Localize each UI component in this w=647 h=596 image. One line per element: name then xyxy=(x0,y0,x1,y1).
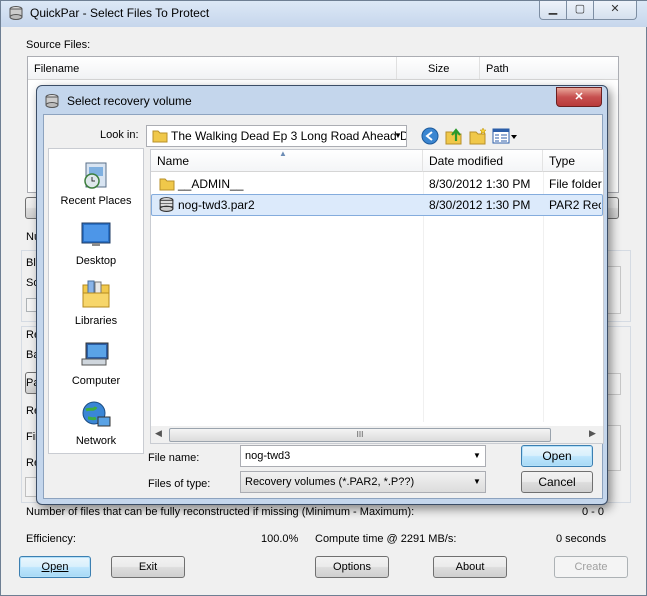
places-bar: Recent Places Desktop Libraries Computer… xyxy=(48,148,144,454)
sort-ascending-icon: ▲ xyxy=(279,149,287,158)
main-close-button[interactable]: ✕ xyxy=(593,1,637,20)
minimize-button[interactable]: ▁ xyxy=(539,1,567,20)
file-list[interactable]: Name ▲ Date modified Type __ADMIN__ 8/30… xyxy=(150,149,604,444)
par2-file-icon xyxy=(159,197,174,212)
maximize-button[interactable]: ▢ xyxy=(566,1,594,20)
about-button[interactable]: About xyxy=(433,556,507,578)
back-icon[interactable] xyxy=(421,127,439,145)
horizontal-scrollbar[interactable]: ◀ III ▶ xyxy=(151,426,603,443)
computer-icon xyxy=(81,342,109,366)
dialog-title: Select recovery volume xyxy=(67,94,192,108)
chevron-down-icon[interactable]: ▼ xyxy=(469,472,485,492)
source-files-header xyxy=(28,57,618,80)
place-desktop[interactable]: Desktop xyxy=(49,213,143,267)
select-recovery-volume-dialog: Select recovery volume ✕ Look in: The Wa… xyxy=(36,85,608,505)
place-recent-places[interactable]: Recent Places xyxy=(49,153,143,207)
folder-icon xyxy=(152,130,168,143)
quickpar-app-icon xyxy=(9,6,23,20)
place-network[interactable]: Network xyxy=(49,393,143,447)
close-icon: ✕ xyxy=(574,91,584,103)
file-name-combo[interactable]: nog-twd3 ▼ xyxy=(240,445,486,467)
dialog-app-icon xyxy=(45,94,59,108)
recent-places-icon xyxy=(84,162,107,189)
chevron-down-icon[interactable]: ▼ xyxy=(390,126,406,146)
col-header-date-modified[interactable]: Date modified xyxy=(423,150,543,172)
scroll-left-icon[interactable]: ◀ xyxy=(155,428,162,439)
dialog-open-button[interactable]: Open xyxy=(521,445,593,467)
look-in-label: Look in: xyxy=(100,129,139,141)
libraries-icon xyxy=(82,280,110,308)
desktop-icon xyxy=(81,222,111,246)
efficiency-label: Efficiency: xyxy=(26,533,76,545)
col-header-name[interactable]: Name ▲ xyxy=(151,149,423,172)
source-files-label: Source Files: xyxy=(26,39,91,51)
dialog-body: Look in: The Walking Dead Ep 3 Long Road… xyxy=(43,114,604,499)
look-in-combo[interactable]: The Walking Dead Ep 3 Long Road Ahead D … xyxy=(146,125,407,147)
dialog-cancel-button[interactable]: Cancel xyxy=(521,471,593,493)
create-button[interactable]: Create xyxy=(554,556,628,578)
scroll-thumb[interactable]: III xyxy=(169,428,551,442)
dialog-close-button[interactable]: ✕ xyxy=(556,87,602,107)
up-folder-icon[interactable] xyxy=(444,126,464,146)
col-divider xyxy=(396,57,397,79)
compute-time-label: Compute time @ 2291 MB/s: xyxy=(315,533,457,545)
folder-icon xyxy=(159,178,175,191)
file-type-label: Files of type: xyxy=(148,478,211,490)
exit-button[interactable]: Exit xyxy=(111,556,185,578)
open-button[interactable]: Open xyxy=(19,556,91,578)
partial-spinner[interactable] xyxy=(607,266,621,314)
file-row[interactable]: __ADMIN__ 8/30/2012 1:30 PM File folder xyxy=(151,174,603,194)
file-type-combo[interactable]: Recovery volumes (*.PAR2, *.P??) ▼ xyxy=(240,471,486,493)
col-filename[interactable]: Filename xyxy=(34,63,79,75)
options-button[interactable]: Options xyxy=(315,556,389,578)
partial-spinner[interactable] xyxy=(607,373,621,395)
main-title-bar: QuickPar - Select Files To Protect ▁ ▢ ✕ xyxy=(1,1,647,27)
scroll-right-icon[interactable]: ▶ xyxy=(589,428,596,439)
file-name-label: File name: xyxy=(148,452,200,464)
col-path[interactable]: Path xyxy=(486,63,509,75)
reconstruct-label: Number of files that can be fully recons… xyxy=(26,506,415,518)
col-header-type[interactable]: Type xyxy=(543,150,603,172)
minimize-icon: ▁ xyxy=(548,3,558,15)
col-size[interactable]: Size xyxy=(428,63,449,75)
network-icon xyxy=(82,401,111,427)
efficiency-value: 100.0% xyxy=(261,533,299,545)
maximize-icon: ▢ xyxy=(574,3,586,15)
view-menu-icon[interactable] xyxy=(492,127,518,145)
new-folder-icon[interactable] xyxy=(468,126,488,146)
place-libraries[interactable]: Libraries xyxy=(49,273,143,327)
chevron-down-icon[interactable]: ▼ xyxy=(469,446,485,466)
place-computer[interactable]: Computer xyxy=(49,333,143,387)
main-window-title: QuickPar - Select Files To Protect xyxy=(30,6,210,20)
col-divider xyxy=(479,57,480,79)
file-row-selected[interactable]: nog-twd3.par2 8/30/2012 1:30 PM PAR2 Rec… xyxy=(151,194,603,216)
compute-time-value: 0 seconds xyxy=(556,533,607,545)
partial-spinner[interactable] xyxy=(607,425,621,471)
close-icon: ✕ xyxy=(610,3,620,15)
reconstruct-value: 0 - 0 xyxy=(582,506,605,518)
